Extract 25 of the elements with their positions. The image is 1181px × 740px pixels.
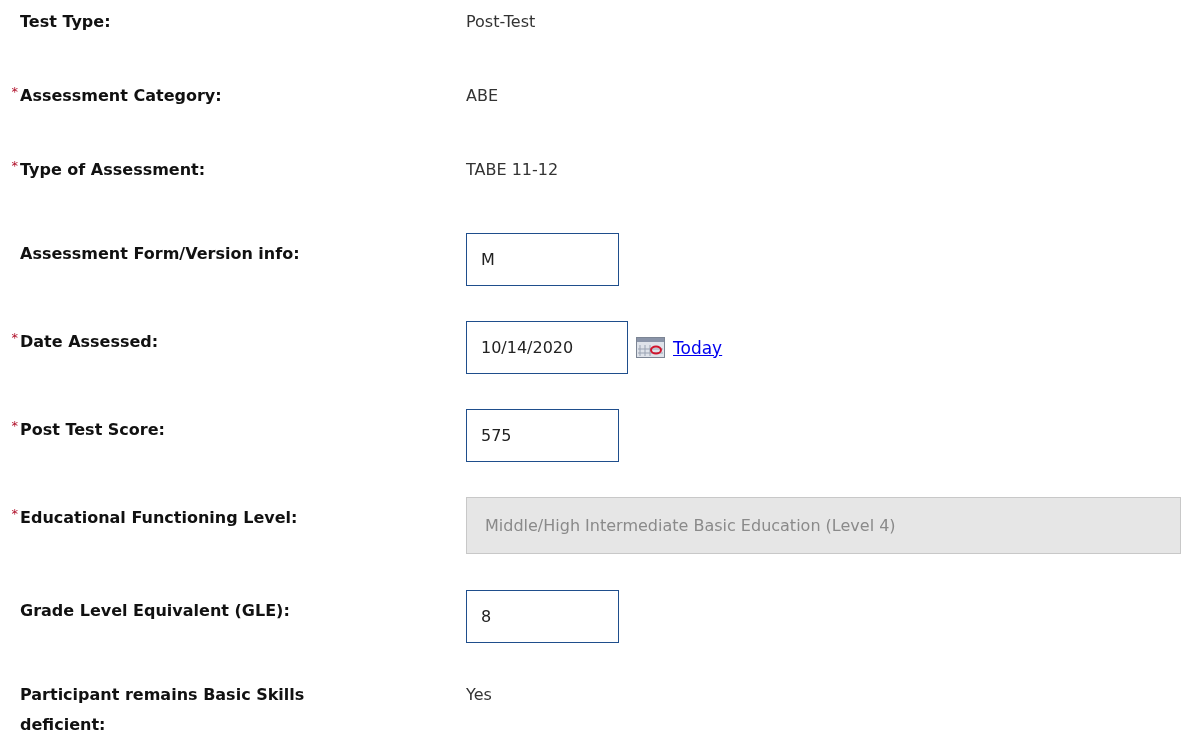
field-label: Assessment Category:: [20, 85, 223, 107]
field-value: Post-Test: [466, 11, 536, 33]
today-link[interactable]: Today: [673, 337, 723, 358]
field-label: Post Test Score:: [20, 419, 166, 441]
input-field[interactable]: 575: [466, 409, 619, 462]
field-label: Test Type:: [20, 11, 112, 33]
field-value: Yes: [466, 684, 492, 706]
field-label: Type of Assessment:: [20, 159, 207, 181]
field-label: Educational Functioning Level:: [20, 507, 299, 529]
field-value: ABE: [466, 85, 499, 107]
field-label: Assessment Form/Version info:: [20, 243, 301, 265]
calendar-icon[interactable]: [636, 337, 665, 358]
required-asterisk: *: [11, 159, 18, 175]
field-label: Date Assessed:: [20, 331, 160, 353]
field-value: TABE 11-12: [466, 159, 559, 181]
required-asterisk: *: [11, 507, 18, 523]
field-label: Participant remains Basic Skills deficient:: [20, 684, 306, 736]
input-field[interactable]: M: [466, 233, 619, 286]
required-asterisk: *: [11, 85, 18, 101]
disabled-field: Middle/High Intermediate Basic Education (Level 4): [466, 497, 1181, 554]
date-field[interactable]: 10/14/2020: [466, 321, 628, 374]
field-label: Grade Level Equivalent (GLE):: [20, 600, 291, 622]
required-asterisk: *: [11, 419, 18, 435]
required-asterisk: *: [11, 331, 18, 347]
input-field[interactable]: 8: [466, 590, 619, 643]
